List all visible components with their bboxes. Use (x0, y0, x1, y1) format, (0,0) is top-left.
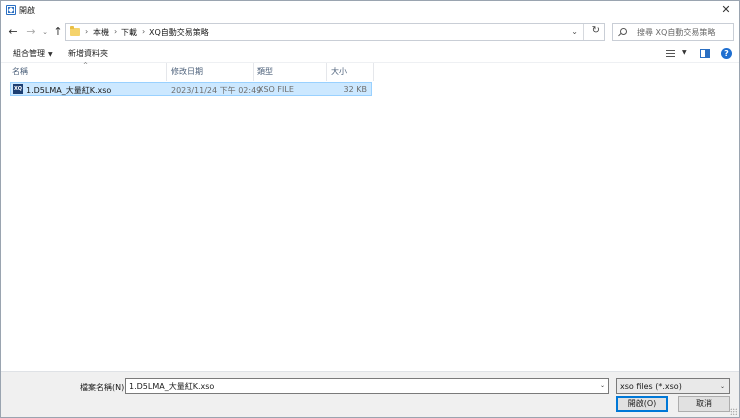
xq-file-icon: XQ (13, 84, 23, 94)
command-bar: 組合管理 ▼ 新增資料夾 ▼ ? (1, 45, 739, 63)
column-divider[interactable] (373, 63, 374, 81)
file-list[interactable]: 名稱 ^ 修改日期 類型 大小 XQ 1.D5LMA_大量紅K.xso 2023… (1, 62, 739, 371)
open-file-dialog: 開啟 ✕ ← → ⌄ ↑ › 本機 › 下載 › XQ自動交易策略 ⌄ ↻ 搜尋… (0, 0, 740, 418)
dialog-app-icon (6, 5, 16, 15)
file-type: XSO FILE (258, 85, 294, 94)
filter-chevron-icon: ⌄ (719, 383, 725, 390)
breadcrumb-item-downloads[interactable]: 下載 (121, 27, 137, 38)
column-divider[interactable] (166, 63, 167, 81)
window-title: 開啟 (19, 6, 35, 15)
view-options-caret-icon[interactable]: ▼ (682, 49, 687, 56)
organize-caret-icon: ▼ (48, 51, 53, 58)
search-icon (620, 28, 627, 35)
column-header-type[interactable]: 類型 (257, 66, 327, 82)
new-folder-button[interactable]: 新增資料夾 (68, 48, 108, 59)
file-size: 32 KB (343, 85, 367, 94)
address-history-chevron-icon[interactable]: ⌄ (571, 27, 578, 36)
organize-label: 組合管理 (13, 49, 45, 58)
cancel-button[interactable]: 取消 (678, 396, 730, 412)
filename-input[interactable] (125, 378, 609, 394)
column-divider[interactable] (253, 63, 254, 81)
refresh-icon[interactable]: ↻ (592, 25, 600, 36)
breadcrumb-separator: › (142, 27, 146, 36)
forward-arrow-icon[interactable]: → (25, 25, 37, 39)
breadcrumb-item-xq-strategy[interactable]: XQ自動交易策略 (149, 27, 209, 38)
address-bar[interactable]: › 本機 › 下載 › XQ自動交易策略 ⌄ ↻ (65, 23, 605, 41)
breadcrumb-item-this-pc[interactable]: 本機 (93, 27, 109, 38)
file-name: 1.D5LMA_大量紅K.xso (26, 86, 112, 95)
bottom-panel: 檔案名稱(N): ⌄ xso files (*.xso) ⌄ 開啟(O) 取消 (1, 371, 739, 417)
open-button[interactable]: 開啟(O) (616, 396, 668, 412)
view-options-icon[interactable] (666, 50, 675, 57)
breadcrumb-separator: › (114, 27, 118, 36)
help-icon[interactable]: ? (721, 48, 732, 59)
column-header-date[interactable]: 修改日期 (171, 66, 251, 82)
filename-history-chevron-icon[interactable]: ⌄ (600, 382, 605, 389)
folder-icon (70, 26, 80, 36)
sort-ascending-icon: ^ (83, 62, 89, 69)
file-date: 2023/11/24 下午 02:49 (171, 86, 262, 95)
title-bar: 開啟 ✕ (1, 1, 739, 19)
address-divider (583, 24, 584, 40)
recent-locations-chevron-icon[interactable]: ⌄ (41, 25, 49, 39)
up-arrow-icon[interactable]: ↑ (53, 25, 63, 39)
preview-pane-icon[interactable] (700, 49, 710, 58)
file-type-filter-select[interactable]: xso files (*.xso) ⌄ (616, 378, 730, 394)
breadcrumb-separator: › (85, 27, 89, 36)
file-row[interactable]: XQ 1.D5LMA_大量紅K.xso 2023/11/24 下午 02:49 … (10, 82, 372, 96)
file-type-filter-value: xso files (*.xso) (620, 382, 682, 391)
close-button[interactable]: ✕ (719, 3, 733, 17)
resize-grip-icon[interactable] (730, 408, 737, 415)
organize-button[interactable]: 組合管理 ▼ (13, 48, 53, 59)
filename-label: 檔案名稱(N): (80, 383, 127, 392)
column-divider[interactable] (326, 63, 327, 81)
search-placeholder: 搜尋 XQ自動交易策略 (637, 28, 716, 37)
column-header-size[interactable]: 大小 (331, 66, 371, 82)
back-arrow-icon[interactable]: ← (7, 25, 19, 39)
navigation-bar: ← → ⌄ ↑ › 本機 › 下載 › XQ自動交易策略 ⌄ ↻ 搜尋 XQ自動… (1, 21, 739, 43)
search-box[interactable]: 搜尋 XQ自動交易策略 (612, 23, 734, 41)
